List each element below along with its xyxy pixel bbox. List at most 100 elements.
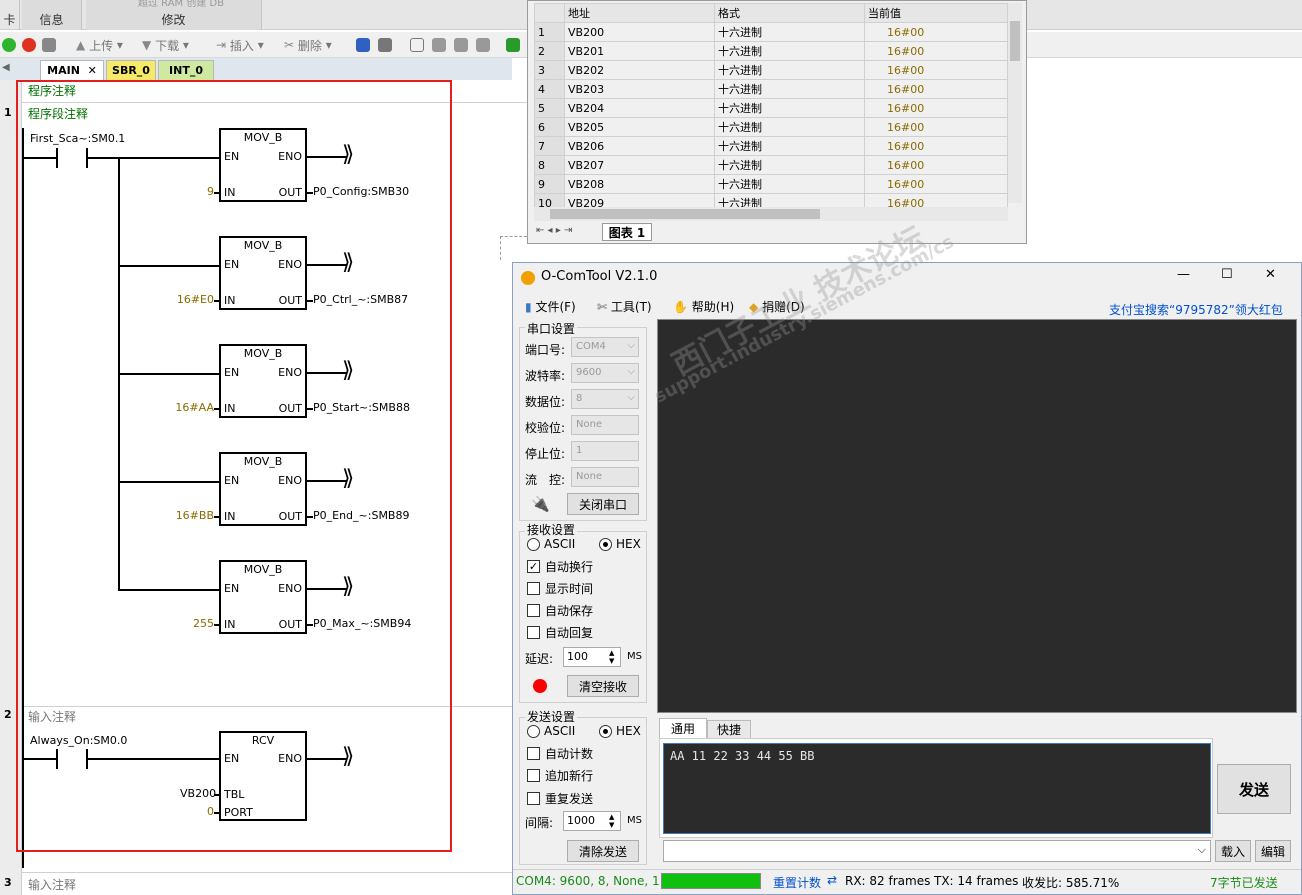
show-time-checkbox[interactable]: 显示时间: [527, 580, 593, 597]
history-dropdown[interactable]: ⌵: [663, 840, 1211, 862]
tab-main[interactable]: MAIN ✕: [40, 60, 104, 80]
value-cell[interactable]: 16#00: [864, 174, 1008, 194]
format-cell[interactable]: 十六进制: [714, 117, 865, 137]
chevron-down-icon[interactable]: ⌵: [627, 366, 635, 377]
address-cell[interactable]: VB200: [564, 22, 715, 42]
spinner-icon[interactable]: ▲ ▼: [609, 649, 614, 665]
address-cell[interactable]: VB203: [564, 79, 715, 99]
repeat-send-checkbox[interactable]: 重复发送: [527, 790, 593, 807]
address-cell[interactable]: VB205: [564, 117, 715, 137]
tab-int[interactable]: INT_0: [158, 60, 214, 80]
send-input[interactable]: AA 11 22 33 44 55 BB: [663, 743, 1211, 834]
grid-icon[interactable]: [378, 38, 392, 52]
clear-send-button[interactable]: 清除发送: [567, 840, 639, 862]
value-cell[interactable]: 16#00: [864, 60, 1008, 80]
value-cell[interactable]: 16#00: [864, 117, 1008, 137]
spinner-icon[interactable]: ▲ ▼: [609, 813, 614, 829]
receive-area[interactable]: [657, 319, 1297, 713]
vertical-scrollbar[interactable]: [1008, 3, 1022, 203]
table-row[interactable]: 6 VB205 十六进制 16#00: [534, 117, 1008, 137]
table-row[interactable]: 3 VB202 十六进制 16#00: [534, 60, 1008, 80]
value-cell[interactable]: 16#00: [864, 41, 1008, 61]
scroll-thumb[interactable]: [1010, 21, 1020, 61]
address-cell[interactable]: VB201: [564, 41, 715, 61]
clock-icon[interactable]: [476, 38, 490, 52]
value-cell[interactable]: 16#00: [864, 155, 1008, 175]
format-cell[interactable]: 十六进制: [714, 22, 865, 42]
load-button[interactable]: 载入: [1215, 840, 1251, 862]
forward-icon[interactable]: [454, 38, 468, 52]
insert-button[interactable]: ⇥ 插入 ▾: [216, 36, 264, 54]
format-cell[interactable]: 十六进制: [714, 60, 865, 80]
stop-bits-select[interactable]: 1: [571, 441, 639, 461]
format-cell[interactable]: 十六进制: [714, 155, 865, 175]
tab-quick[interactable]: 快捷: [707, 720, 751, 738]
address-cell[interactable]: VB208: [564, 174, 715, 194]
auto-save-checkbox[interactable]: 自动保存: [527, 602, 593, 619]
menu-file[interactable]: ▮ 文件(F): [525, 298, 576, 315]
recv-ascii-radio[interactable]: ASCII: [527, 537, 575, 551]
value-cell[interactable]: 16#00: [864, 98, 1008, 118]
address-cell[interactable]: VB202: [564, 60, 715, 80]
close-icon[interactable]: ✕: [1265, 267, 1276, 282]
send-button[interactable]: 发送: [1217, 764, 1291, 814]
tab-sbr[interactable]: SBR_0: [106, 60, 156, 80]
column-header[interactable]: 格式: [714, 3, 865, 23]
port-select[interactable]: COM4 ⌵: [571, 337, 639, 357]
auto-reply-checkbox[interactable]: 自动回复: [527, 624, 593, 641]
format-cell[interactable]: 十六进制: [714, 79, 865, 99]
format-cell[interactable]: 十六进制: [714, 136, 865, 156]
table-row[interactable]: 4 VB203 十六进制 16#00: [534, 79, 1008, 99]
table-row[interactable]: 8 VB207 十六进制 16#00: [534, 155, 1008, 175]
value-cell[interactable]: 16#00: [864, 79, 1008, 99]
chevron-down-icon[interactable]: ⌵: [1198, 843, 1206, 857]
promo-link[interactable]: 支付宝搜索“9795782”领大红包: [1109, 301, 1283, 318]
menu-tools[interactable]: ✄ 工具(T): [597, 298, 652, 315]
table-row[interactable]: 2 VB201 十六进制 16#00: [534, 41, 1008, 61]
append-newline-checkbox[interactable]: 追加新行: [527, 767, 593, 784]
left-arrow-icon[interactable]: ◀: [2, 62, 10, 73]
go-icon[interactable]: [506, 38, 520, 52]
address-cell[interactable]: VB206: [564, 136, 715, 156]
baud-select[interactable]: 9600 ⌵: [571, 363, 639, 383]
stop-icon[interactable]: [22, 38, 36, 52]
send-ascii-radio[interactable]: ASCII: [527, 724, 575, 738]
box-icon[interactable]: [410, 38, 424, 52]
minimize-icon[interactable]: —: [1177, 267, 1190, 282]
close-port-button[interactable]: 关闭串口: [567, 493, 639, 515]
reset-count-link[interactable]: 重置计数: [773, 874, 821, 891]
maximize-icon[interactable]: ☐: [1221, 267, 1233, 282]
scroll-thumb[interactable]: [550, 209, 820, 219]
flow-control-select[interactable]: None: [571, 467, 639, 487]
value-cell[interactable]: 16#00: [864, 22, 1008, 42]
edit-button[interactable]: 编辑: [1255, 840, 1291, 862]
table-row[interactable]: 1 VB200 十六进制 16#00: [534, 22, 1008, 42]
auto-wrap-checkbox[interactable]: ✓ 自动换行: [527, 558, 593, 575]
chevron-down-icon[interactable]: ⌵: [627, 340, 635, 351]
clear-receive-button[interactable]: 清空接收: [567, 675, 639, 697]
table-row[interactable]: 7 VB206 十六进制 16#00: [534, 136, 1008, 156]
sheet-nav-icon[interactable]: ⇤ ◂ ▸ ⇥: [536, 225, 572, 236]
column-header[interactable]: 当前值: [864, 3, 1008, 23]
table-row[interactable]: 9 VB208 十六进制 16#00: [534, 174, 1008, 194]
horizontal-scrollbar[interactable]: [534, 207, 1008, 221]
sheet-tab[interactable]: 图表 1: [602, 223, 652, 241]
format-cell[interactable]: 十六进制: [714, 174, 865, 194]
network-comment[interactable]: 输入注释: [28, 876, 76, 893]
close-icon[interactable]: ✕: [88, 64, 97, 77]
value-cell[interactable]: 16#00: [864, 136, 1008, 156]
recv-hex-radio[interactable]: HEX: [599, 537, 641, 551]
download-button[interactable]: ▼ 下载 ▾: [142, 36, 189, 54]
data-bits-select[interactable]: 8 ⌵: [571, 389, 639, 409]
ribbon-faded-item[interactable]: 超过 RAM 创建 DB: [138, 0, 224, 9]
auto-count-checkbox[interactable]: 自动计数: [527, 745, 593, 762]
send-hex-radio[interactable]: HEX: [599, 724, 641, 738]
run-icon[interactable]: [2, 38, 16, 52]
chevron-down-icon[interactable]: ⌵: [627, 392, 635, 403]
back-icon[interactable]: [432, 38, 446, 52]
column-header[interactable]: 地址: [564, 3, 715, 23]
refresh-icon[interactable]: ⇄: [827, 873, 837, 887]
address-cell[interactable]: VB207: [564, 155, 715, 175]
compile-icon[interactable]: [42, 38, 56, 52]
network-icon[interactable]: [356, 38, 370, 52]
